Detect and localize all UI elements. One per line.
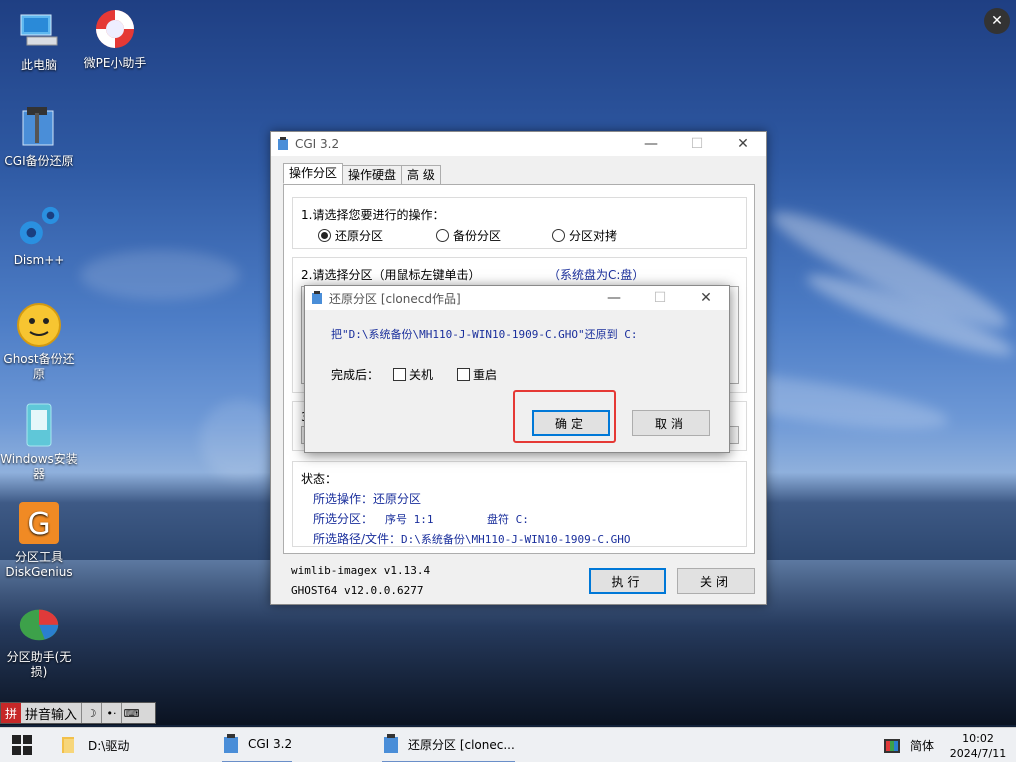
desktop-icon-label: 分区工具 DiskGenius [5,550,73,579]
shutdown-checkbox[interactable]: 关机 [393,366,433,383]
status-partition-drive: 盘符 C: [487,513,529,526]
title-bar: CGI 3.2 — ☐ ✕ [271,132,766,156]
radio-dot-icon [318,229,331,242]
cgi-icon [311,291,323,305]
tab-advanced[interactable]: 高 级 [401,165,441,184]
moon-icon[interactable]: ☽ [81,703,101,723]
cgi-icon [384,734,398,753]
status-partition-seq: 序号 1:1 [385,513,434,526]
operation-title: 1.请选择您要进行的操作： [301,208,445,222]
taskbar-item-label: CGI 3.2 [248,737,293,751]
desktop-icon-pe-helper[interactable]: 微PE小助手 [76,6,154,71]
ime-logo-icon: 拼 [1,703,21,723]
taskbar-item-restore[interactable]: 还原分区 [clonec... [382,728,515,762]
status-group: 状态： 所选操作：还原分区 所选分区： 序号 1:1 盘符 C: 所选路径/文件… [292,461,747,547]
execute-button[interactable]: 执行 [589,568,666,594]
taskbar-item-cgi[interactable]: CGI 3.2 [222,728,293,762]
desktop-icon-dism[interactable]: Dism++ [0,203,78,268]
close-circle-icon[interactable]: ✕ [984,8,1010,34]
gears-icon [16,203,62,249]
keyboard-icon[interactable]: ⌨ [121,703,141,723]
computer-icon [16,8,62,54]
checkbox-label: 关机 [409,368,434,382]
status-title: 状态： [301,472,338,486]
close-button[interactable]: 关闭 [677,568,755,594]
dialog-title: 还原分区 [clonecd作品] [329,291,461,306]
clock[interactable]: 10:02 2024/7/11 [946,731,1010,761]
cancel-button[interactable]: 取消 [632,410,710,436]
window-title: CGI 3.2 [295,137,340,151]
tab-partition[interactable]: 操作分区 [283,163,344,184]
color-palette-icon [883,738,900,753]
status-partition: 所选分区： [313,512,374,526]
desktop-icon-ghost[interactable]: Ghost备份还原 [0,302,78,382]
radio-label: 备份分区 [453,229,502,243]
radio-backup[interactable]: 备份分区 [436,227,501,244]
ime-label: 拼音输入 [25,707,78,723]
desktop-icon-label: 此电脑 [20,58,57,72]
ghost-version: GHOST64 v12.0.0.6277 [291,584,424,597]
desktop-icon-partition-assistant[interactable]: 分区助手(无损) [0,600,78,680]
punctuation-icon[interactable]: •· [101,703,121,723]
wimlib-version: wimlib-imagex v1.13.4 [291,564,431,577]
desktop-icon-cgi[interactable]: CGI备份还原 [0,104,78,169]
restart-checkbox[interactable]: 重启 [457,366,497,383]
clock-time: 10:02 [962,731,994,745]
radio-dot-icon [436,229,449,242]
desktop-icon-label: Ghost备份还原 [3,352,75,381]
cgi-icon [277,137,289,151]
taskbar-item-drivers[interactable]: D:\驱动 [60,728,129,762]
tab-disk[interactable]: 操作硬盘 [342,165,403,184]
desktop-icon-label: Dism++ [13,253,65,267]
minimize-icon[interactable]: — [628,132,674,156]
checkbox-box [393,368,406,381]
cgi-hammer-icon [16,104,62,150]
desktop-icon-label: 分区助手(无损) [6,650,72,679]
dialog-title-bar: 还原分区 [clonecd作品] — ☐ ✕ [305,286,729,310]
start-button[interactable] [12,728,32,762]
ime-bar[interactable]: 拼 拼音输入 ☽ •· ⌨ [0,702,156,724]
after-complete-label: 完成后： [331,368,380,382]
svg-text:G: G [27,507,50,542]
minimize-icon[interactable]: — [591,286,637,310]
diskgenius-icon: G [16,500,62,546]
desktop-icon-this-pc[interactable]: 此电脑 [0,8,78,73]
tab-strip: 操作分区 操作硬盘 高 级 [283,163,441,184]
maximize-icon: ☐ [690,136,704,152]
partition-title: 2.请选择分区（用鼠标左键单击） [301,268,481,282]
radio-label: 还原分区 [335,229,384,243]
checkbox-label: 重启 [473,368,498,382]
windows-icon [12,735,32,755]
desktop-icon-label: CGI备份还原 [4,154,74,168]
radio-restore[interactable]: 还原分区 [318,227,383,244]
status-path: 所选路径/文件：D:\系统备份\MH110-J-WIN10-1909-C.GHO [313,532,631,546]
installer-icon [16,402,62,448]
checkbox-box [457,368,470,381]
desktop-icon-windows-installer[interactable]: Windows安装器 [0,402,78,482]
radio-clone[interactable]: 分区对拷 [552,227,617,244]
desktop-icon-diskgenius[interactable]: G 分区工具 DiskGenius [0,500,78,580]
ghost-icon [16,302,62,348]
operation-group: 1.请选择您要进行的操作： 还原分区 备份分区 分区对拷 [292,197,747,249]
system-drive-note: （系统盘为C:盘） [548,268,645,282]
ime-mode[interactable]: 简体 [910,737,934,754]
partition-assistant-icon [16,600,62,646]
cgi-icon [224,734,238,753]
taskbar: D:\驱动 CGI 3.2 还原分区 [clonec... 简体 10:02 2… [0,727,1016,762]
desktop-icon-label: 微PE小助手 [83,56,147,70]
close-icon[interactable]: ✕ [683,286,729,310]
desktop-icon-label: Windows安装器 [0,452,78,481]
close-icon[interactable]: ✕ [720,132,766,156]
folder-icon [62,737,74,753]
radio-dot-icon [552,229,565,242]
status-operation: 所选操作：还原分区 [313,492,422,506]
ok-button-highlight [513,390,616,443]
taskbar-item-label: 还原分区 [clonec... [408,737,515,752]
radio-label: 分区对拷 [569,229,618,243]
taskbar-item-label: D:\驱动 [88,738,130,753]
maximize-icon: ☐ [653,290,667,306]
clock-date: 2024/7/11 [949,746,1007,760]
dialog-message: 把"D:\系统备份\MH110-J-WIN10-1909-C.GHO"还原到 C… [331,328,638,341]
lifebuoy-icon [92,6,138,52]
